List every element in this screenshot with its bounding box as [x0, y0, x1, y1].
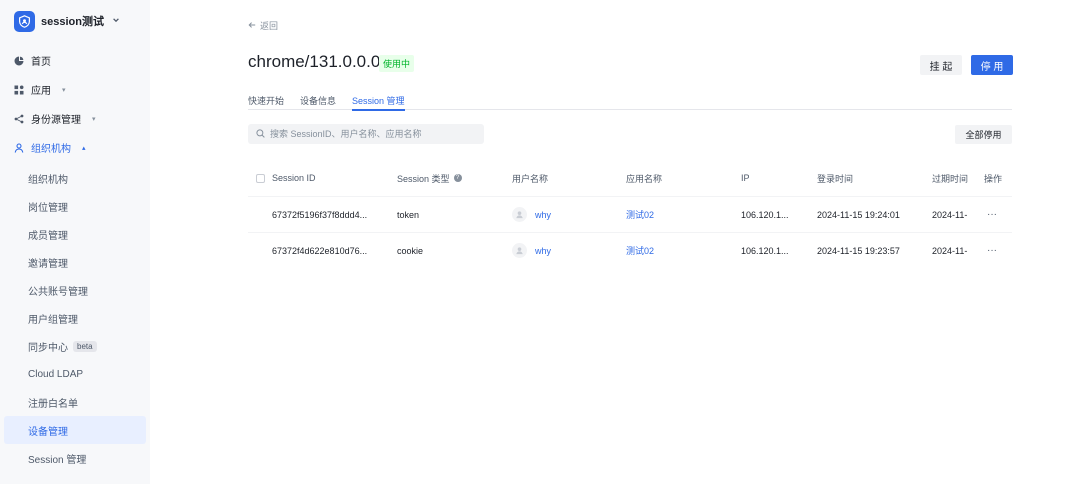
column-header: 用户名称	[512, 173, 549, 184]
share-icon	[14, 114, 24, 124]
sidebar-item-label: 注册白名单	[28, 398, 78, 410]
column-header: 应用名称	[626, 173, 663, 184]
back-link[interactable]: 返回	[248, 19, 278, 32]
column-header: 操作	[984, 173, 1003, 184]
sidebar-subitem-public-accounts[interactable]: 公共账号管理	[0, 276, 150, 304]
ip-cell: 106.120.1...	[741, 209, 789, 220]
column-header: IP	[741, 173, 750, 183]
search-icon	[256, 127, 265, 141]
sidebar-item-identity-source[interactable]: 身份源管理 ▾	[0, 104, 150, 133]
chevron-down-icon: ▾	[62, 86, 66, 94]
suspend-button[interactable]: 挂 起	[920, 55, 962, 75]
table-header: Session ID Session 类型 ? 用户名称 应用名称 IP 登录时…	[248, 160, 1012, 196]
login-time-cell: 2024-11-15 19:23:57	[817, 245, 900, 256]
session-type-cell: cookie	[397, 245, 424, 256]
chevron-up-icon: ▴	[82, 144, 86, 152]
sidebar-item-label: 组织机构	[28, 174, 68, 186]
sidebar-subitem-user-groups[interactable]: 用户组管理	[0, 304, 150, 332]
sidebar-item-home[interactable]: 首页	[0, 46, 150, 75]
sidebar: session测试 首页 应用 ▾ 身份源管理 ▾ 组织机构 ▴ 组织机构 岗位…	[0, 0, 150, 484]
sidebar-subitem-cloud-ldap[interactable]: Cloud LDAP	[0, 360, 150, 388]
back-label: 返回	[260, 21, 279, 31]
column-header: 登录时间	[817, 173, 854, 184]
more-actions-icon[interactable]: ···	[987, 233, 997, 268]
sidebar-item-label: 用户组管理	[28, 314, 78, 326]
tab-quick-start[interactable]: 快速开始	[248, 87, 284, 110]
sidebar-subitem-members[interactable]: 成员管理	[0, 220, 150, 248]
sidebar-item-label: Session 管理	[28, 454, 87, 466]
column-header: Session 类型	[397, 173, 450, 184]
sidebar-item-label: 成员管理	[28, 230, 68, 242]
avatar	[512, 207, 527, 222]
help-icon[interactable]: ?	[453, 174, 462, 182]
shield-logo-icon	[14, 10, 35, 32]
sidebar-item-label: 岗位管理	[28, 202, 68, 214]
sidebar-item-label: Cloud LDAP	[28, 368, 84, 380]
sidebar-item-label: 设备管理	[28, 426, 68, 438]
tab-bar: 快速开始 设备信息 Session 管理	[248, 87, 1012, 111]
arrow-left-icon	[248, 21, 256, 31]
tenant-name: session测试	[41, 16, 104, 28]
login-time-cell: 2024-11-15 19:24:01	[817, 209, 900, 220]
search-box	[248, 124, 484, 144]
sidebar-item-label: 应用	[31, 86, 51, 97]
sidebar-nav: 首页 应用 ▾ 身份源管理 ▾ 组织机构 ▴ 组织机构 岗位管理 成员管理 邀请…	[0, 46, 150, 472]
ip-cell: 106.120.1...	[741, 245, 789, 256]
disable-button[interactable]: 停 用	[971, 55, 1013, 75]
sidebar-item-label: 邀请管理	[28, 258, 68, 270]
sidebar-item-label: 身份源管理	[31, 115, 81, 126]
user-cell: why	[512, 233, 551, 268]
expire-time-cell: 2024-11-	[932, 209, 968, 220]
column-header-session-type: Session 类型 ?	[397, 160, 462, 196]
session-type-cell: token	[397, 209, 420, 220]
main-content: 返回 chrome/131.0.0.0 使用中 挂 起 停 用 快速开始 设备信…	[150, 0, 1080, 484]
disable-all-button[interactable]: 全部停用	[955, 125, 1012, 144]
sidebar-subitem-session-management[interactable]: Session 管理	[0, 444, 150, 472]
sidebar-subitem-organization[interactable]: 组织机构	[0, 164, 150, 192]
app-link[interactable]: 测试02	[626, 233, 654, 268]
page-title: chrome/131.0.0.0	[248, 52, 381, 71]
tab-device-info[interactable]: 设备信息	[300, 87, 336, 110]
sidebar-subitem-sync-center[interactable]: 同步中心 beta	[0, 332, 150, 360]
sidebar-item-label: 公共账号管理	[28, 286, 88, 298]
sidebar-item-apps[interactable]: 应用 ▾	[0, 75, 150, 104]
status-badge: 使用中	[379, 55, 415, 72]
sidebar-subitem-positions[interactable]: 岗位管理	[0, 192, 150, 220]
session-id-cell: 67372f5196f37f8ddd4...	[272, 209, 368, 220]
user-group-icon	[14, 142, 24, 153]
sidebar-subitem-device-management[interactable]: 设备管理	[4, 416, 146, 444]
table-row: 67372f4d622e810d76... cookie why 测试02 10…	[248, 232, 1012, 268]
column-header: 过期时间	[932, 173, 969, 184]
tenant-switcher[interactable]: session测试	[14, 10, 120, 32]
beta-badge: beta	[73, 340, 97, 352]
search-input[interactable]	[270, 129, 480, 139]
sidebar-subitem-registration-whitelist[interactable]: 注册白名单	[0, 388, 150, 416]
sidebar-item-label: 组织机构	[31, 144, 71, 155]
chevron-down-icon: ▾	[92, 115, 96, 123]
user-cell: why	[512, 197, 551, 232]
table-row: 67372f5196f37f8ddd4... token why 测试02 10…	[248, 196, 1012, 232]
more-actions-icon[interactable]: ···	[987, 197, 997, 232]
tab-session-management[interactable]: Session 管理	[352, 87, 405, 111]
avatar	[512, 243, 527, 258]
user-link[interactable]: why	[535, 210, 551, 220]
sidebar-item-label: 首页	[31, 57, 51, 68]
sidebar-subitem-invitations[interactable]: 邀请管理	[0, 248, 150, 276]
sidebar-item-label: 同步中心	[28, 342, 68, 354]
app-link[interactable]: 测试02	[626, 197, 654, 232]
expire-time-cell: 2024-11-	[932, 245, 968, 256]
session-table: Session ID Session 类型 ? 用户名称 应用名称 IP 登录时…	[248, 160, 1012, 268]
chevron-down-icon	[112, 16, 120, 26]
session-id-cell: 67372f4d622e810d76...	[272, 245, 368, 256]
column-header: Session ID	[272, 173, 316, 183]
apps-icon	[14, 85, 24, 95]
sidebar-item-organization[interactable]: 组织机构 ▴	[0, 133, 150, 162]
pie-chart-icon	[14, 56, 24, 66]
select-all-checkbox[interactable]	[256, 173, 265, 183]
user-link[interactable]: why	[535, 246, 551, 256]
